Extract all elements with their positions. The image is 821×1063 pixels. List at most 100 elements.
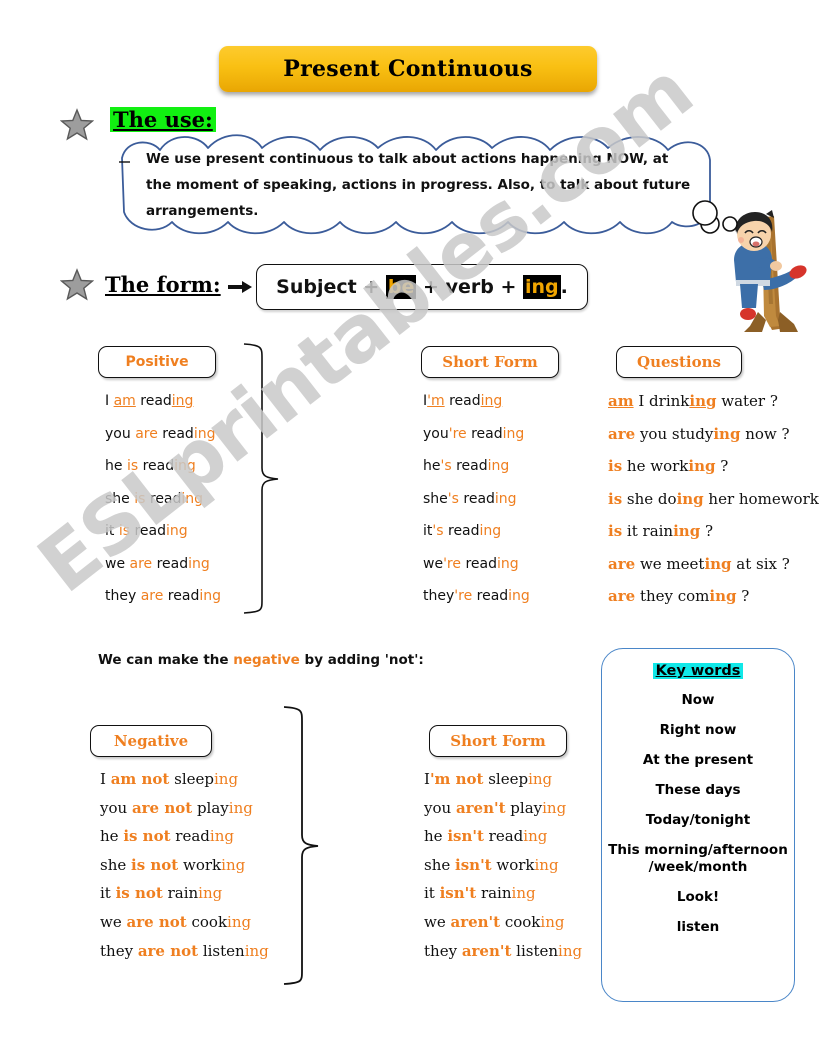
conjugation-row: you are reading xyxy=(105,418,221,451)
question-rest: water ? xyxy=(716,392,778,410)
conjugation-row: he isn't reading xyxy=(424,822,582,851)
question-row: is it raining ? xyxy=(608,515,821,548)
conjugation-row: I am reading xyxy=(105,385,221,418)
row-auxiliary: 's xyxy=(432,523,444,539)
question-row: are you studying now ? xyxy=(608,418,821,451)
negative-note: We can make the negative by adding 'not'… xyxy=(98,652,424,668)
row-auxiliary: 're xyxy=(448,425,467,442)
short-form-positive-list: I'm reading you're reading he's reading she… xyxy=(423,385,530,613)
question-row: is he working ? xyxy=(608,450,821,483)
question-rest: now ? xyxy=(740,424,790,443)
conjugation-row: it's reading xyxy=(423,515,530,548)
row-verb-stem: read xyxy=(444,393,481,409)
row-verb-stem: read xyxy=(157,425,194,442)
key-word-item: Now xyxy=(681,692,715,708)
row-verb-stem: work xyxy=(178,855,222,874)
row-auxiliary: 's xyxy=(440,458,452,474)
row-verb-stem: cook xyxy=(500,912,541,931)
positive-list: I am reading you are reading he is reading… xyxy=(105,385,221,613)
negative-note-post: by adding 'not': xyxy=(299,652,424,668)
question-auxiliary: am xyxy=(608,392,634,410)
key-word-item: Look! xyxy=(676,889,720,905)
row-pronoun: she xyxy=(100,855,132,874)
row-auxiliary: are not xyxy=(137,941,199,960)
row-ing-suffix: ing xyxy=(171,393,194,409)
form-heading: The form: xyxy=(105,272,221,297)
row-auxiliary: is xyxy=(134,490,146,507)
row-auxiliary: is xyxy=(126,458,139,474)
row-verb-stem: cook xyxy=(186,912,228,931)
row-auxiliary: is not xyxy=(131,855,179,874)
key-word-item: At the present xyxy=(642,752,754,768)
row-ing-suffix: ing xyxy=(188,555,210,572)
conjugation-row: we aren't cooking xyxy=(424,908,582,937)
question-ing-suffix: ing xyxy=(704,554,732,573)
question-auxiliary: are xyxy=(608,587,636,605)
question-rest: ? xyxy=(715,457,729,475)
row-auxiliary: 'm not xyxy=(429,770,484,788)
row-pronoun: it xyxy=(423,523,433,539)
star-icon xyxy=(60,108,94,141)
short-form-negative-list: I'm not sleeping you aren't playing he isn… xyxy=(424,765,582,965)
row-auxiliary: 're xyxy=(454,588,473,604)
row-pronoun: I xyxy=(100,770,111,788)
question-subject: you study xyxy=(635,424,714,443)
negative-brace xyxy=(283,706,319,985)
row-pronoun: she xyxy=(105,490,135,507)
thought-bubble: We use present continuous to talk about … xyxy=(112,128,722,240)
conjugation-row: I'm reading xyxy=(423,385,530,418)
row-pronoun: you xyxy=(424,798,456,817)
conjugation-row: it is not raining xyxy=(100,879,269,908)
row-pronoun: we xyxy=(424,912,451,931)
negative-note-pre: We can make the xyxy=(98,652,234,668)
question-ing-suffix: ing xyxy=(688,457,716,475)
question-auxiliary: are xyxy=(608,424,636,443)
row-pronoun: she xyxy=(423,490,448,507)
row-verb-stem: rain xyxy=(162,884,199,903)
row-auxiliary: are xyxy=(135,425,158,442)
row-pronoun: I xyxy=(105,393,114,409)
row-ing-suffix: ing xyxy=(558,941,583,960)
conjugation-row: we are not cooking xyxy=(100,908,269,937)
row-verb-stem: read xyxy=(163,588,200,604)
row-auxiliary: 're xyxy=(443,555,461,572)
question-row: are we meeting at six ? xyxy=(608,548,821,581)
row-ing-suffix: ing xyxy=(198,884,223,903)
conjugation-row: you're reading xyxy=(423,418,530,451)
row-ing-suffix: ing xyxy=(508,588,530,604)
conjugation-row: they are not listening xyxy=(100,937,269,966)
negative-list: I am not sleeping you are not playing he i… xyxy=(100,765,269,965)
row-ing-suffix: ing xyxy=(244,941,269,960)
short-form-positive-label: Short Form xyxy=(421,346,559,378)
question-rest: at six ? xyxy=(731,554,790,573)
row-verb-stem: read xyxy=(472,588,509,604)
row-pronoun: they xyxy=(424,941,462,960)
row-auxiliary: 'm xyxy=(427,393,445,409)
row-verb-stem: sleep xyxy=(169,770,214,788)
star-icon xyxy=(60,268,94,301)
question-ing-suffix: ing xyxy=(689,392,717,410)
conjugation-row: he is not reading xyxy=(100,822,269,851)
row-ing-suffix: ing xyxy=(511,884,536,903)
positive-label: Positive xyxy=(98,346,216,378)
row-verb-stem: read xyxy=(451,458,488,474)
formula-period: . xyxy=(560,276,568,298)
row-ing-suffix: ing xyxy=(193,425,216,442)
row-verb-stem: read xyxy=(152,555,189,572)
row-verb-stem: play xyxy=(192,798,229,817)
question-subject: I drink xyxy=(633,392,690,410)
row-pronoun: they xyxy=(423,588,455,604)
row-auxiliary: isn't xyxy=(447,827,484,846)
key-words-list: Now Right now At the present These days Toda… xyxy=(602,692,794,936)
row-auxiliary: is not xyxy=(123,827,171,846)
row-auxiliary: aren't xyxy=(455,798,506,817)
row-ing-suffix: ing xyxy=(480,393,503,409)
key-word-item: These days xyxy=(655,782,741,798)
row-pronoun: they xyxy=(105,588,141,604)
row-pronoun: they xyxy=(100,941,138,960)
row-ing-suffix: ing xyxy=(227,912,252,931)
row-ing-suffix: ing xyxy=(542,798,567,817)
row-verb-stem: read xyxy=(138,458,175,474)
page-title: Present Continuous xyxy=(283,56,533,82)
conjugation-row: he's reading xyxy=(423,450,530,483)
